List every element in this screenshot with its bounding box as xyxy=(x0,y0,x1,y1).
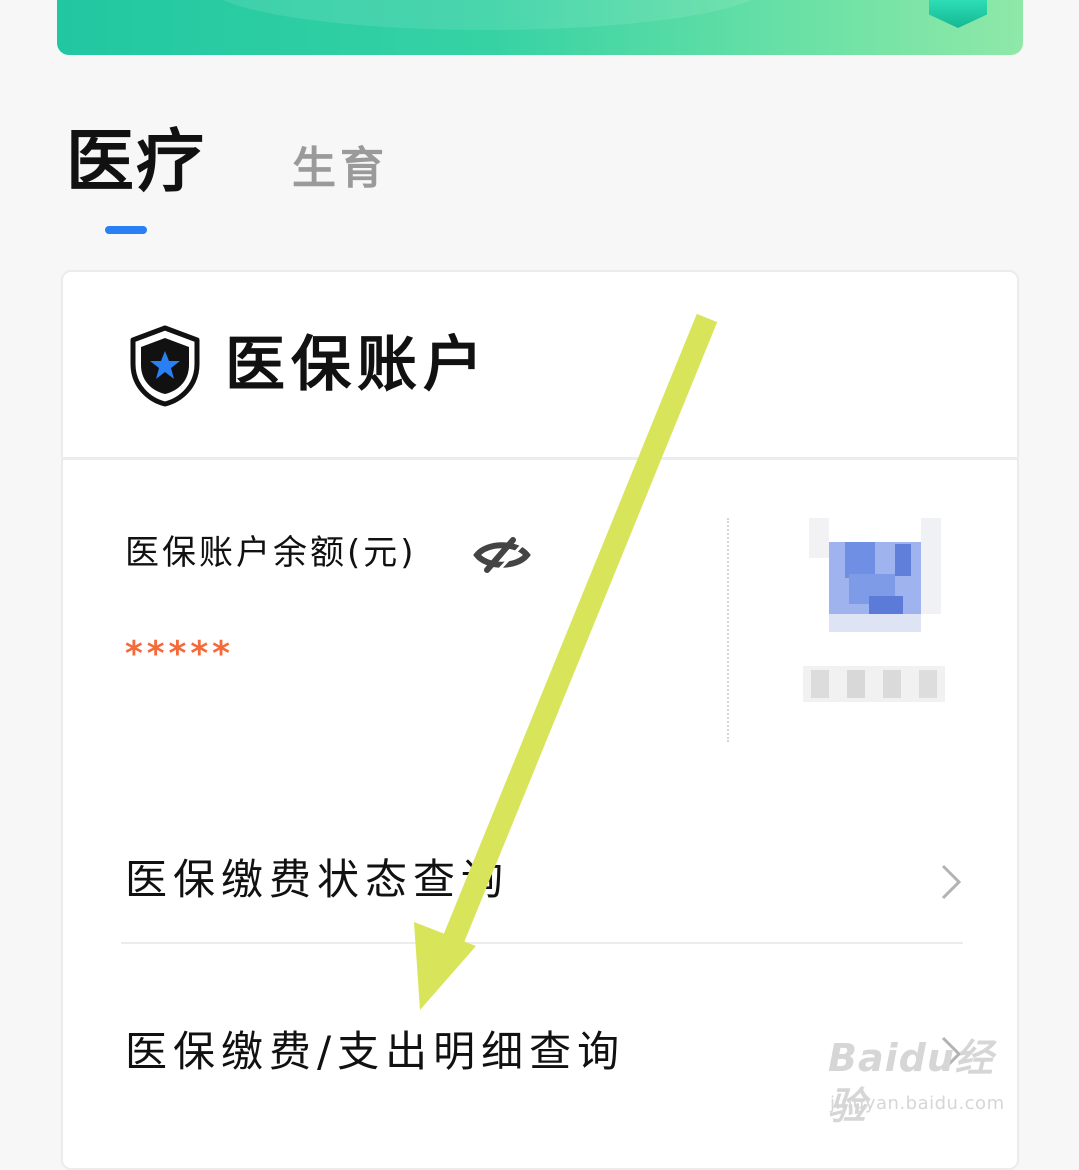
balance-label: 医保账户余额(元) xyxy=(125,533,417,573)
menu-item-label: 医保缴费状态查询 xyxy=(125,855,510,904)
active-tab-indicator xyxy=(105,226,147,234)
blurred-avatar xyxy=(809,518,941,638)
menu-item-payment-details[interactable]: 医保缴费/支出明细查询 xyxy=(121,994,963,1114)
tab-medical[interactable]: 医疗 xyxy=(66,118,206,208)
menu-item-payment-status[interactable]: 医保缴费状态查询 xyxy=(121,822,963,944)
banner-cube-icon xyxy=(929,0,987,28)
medical-insurance-card: 医保账户 医保账户余额(元) ***** 医保缴费状态查询 医保缴费/支出明细查… xyxy=(61,270,1019,1170)
blurred-text xyxy=(803,666,945,702)
card-title: 医保账户 xyxy=(225,330,489,400)
banner-wave-decoration xyxy=(207,0,767,30)
chevron-right-icon xyxy=(941,1036,962,1072)
tab-birth[interactable]: 生育 xyxy=(292,134,388,204)
menu-item-label: 医保缴费/支出明细查询 xyxy=(125,1027,626,1076)
chevron-right-icon xyxy=(941,864,962,900)
shield-star-icon xyxy=(130,325,200,407)
dotted-divider xyxy=(727,518,729,742)
balance-value-masked: ***** xyxy=(125,634,234,674)
card-header: 医保账户 xyxy=(63,272,1017,460)
eye-hidden-icon[interactable] xyxy=(473,536,531,574)
category-tabs: 医疗 生育 xyxy=(0,118,1079,238)
top-banner[interactable] xyxy=(57,0,1023,55)
